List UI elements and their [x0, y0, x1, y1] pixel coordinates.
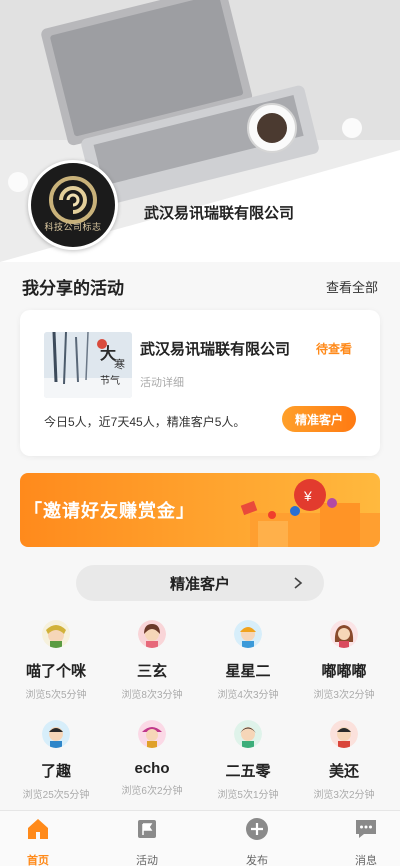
tab-home[interactable]: 首页	[0, 817, 88, 866]
shared-activities-header: 我分享的活动 查看全部	[22, 274, 378, 298]
invite-friends-banner[interactable]: ¥ 「邀请好友赚赏金」	[20, 473, 380, 547]
banner-text: 「邀请好友赚赏金」	[24, 501, 195, 521]
visitor-name: 喵了个咪	[25, 663, 86, 680]
tab-label: 消息	[355, 855, 377, 866]
tab-label: 首页	[27, 855, 49, 866]
avatar	[42, 620, 70, 648]
plus-circle-icon	[246, 818, 268, 840]
visitor-item[interactable]: 二五零 浏览5次1分钟	[198, 720, 298, 801]
visitor-item[interactable]: 星星二 浏览4次3分钟	[198, 620, 298, 701]
profile-header: 科技公司标志 武汉易讯瑞联有限公司	[0, 0, 400, 262]
tab-activities[interactable]: 活动	[97, 817, 197, 866]
visitor-name: 三玄	[136, 663, 167, 680]
activity-subtitle: 活动详细	[140, 377, 184, 389]
avatar	[330, 620, 358, 648]
avatar	[138, 720, 166, 748]
activity-thumbnail: 大 寒 节气	[44, 332, 132, 398]
tab-messages[interactable]: 消息	[316, 817, 400, 866]
visitor-name: echo	[134, 760, 170, 777]
visitor-stats: 今日5人，近7天45人，精准客户5人。	[44, 415, 246, 429]
visitor-meta: 浏览8次3分钟	[121, 690, 183, 701]
avatar	[234, 620, 262, 648]
visitor-meta: 浏览4次3分钟	[217, 690, 279, 701]
tab-label: 活动	[136, 855, 158, 866]
visitor-item[interactable]: 喵了个咪 浏览5次5分钟	[6, 620, 106, 701]
activity-card[interactable]: 大 寒 节气 武汉易讯瑞联有限公司 待查看 活动详细 今日5人，近7天45人，精…	[20, 310, 380, 456]
logo-caption: 科技公司标志	[44, 222, 102, 232]
visitor-item[interactable]: 美还 浏览3次2分钟	[294, 720, 394, 801]
visitor-name: 了趣	[40, 763, 71, 780]
visitor-meta: 浏览6次2分钟	[121, 786, 183, 797]
activity-title: 武汉易讯瑞联有限公司	[140, 341, 291, 358]
view-all-link[interactable]: 查看全部	[326, 277, 378, 296]
visitor-item[interactable]: 嘟嘟嘟 浏览3次2分钟	[294, 620, 394, 701]
visitor-meta: 浏览25次5分钟	[22, 790, 90, 801]
precise-customers-button[interactable]: 精准客户	[282, 406, 356, 432]
section-title: 我分享的活动	[22, 278, 124, 298]
visitor-name: 星星二	[225, 663, 271, 680]
company-name: 武汉易讯瑞联有限公司	[144, 205, 295, 222]
visitor-meta: 浏览5次1分钟	[217, 790, 279, 801]
avatar	[330, 720, 358, 748]
message-icon	[356, 820, 376, 838]
avatar	[138, 620, 166, 648]
avatar	[42, 720, 70, 748]
home-icon	[28, 819, 48, 839]
visitor-meta: 浏览3次2分钟	[313, 790, 375, 801]
bottom-tab-bar: 首页 活动 发布 消息	[0, 810, 400, 866]
visitor-item[interactable]: 了趣 浏览25次5分钟	[6, 720, 106, 801]
thumb-title-3: 节气	[100, 376, 120, 387]
company-logo[interactable]: 科技公司标志	[28, 160, 118, 250]
visitor-item[interactable]: echo 浏览6次2分钟	[102, 720, 202, 797]
visitor-meta: 浏览3次2分钟	[313, 690, 375, 701]
visitor-item[interactable]: 三玄 浏览8次3分钟	[102, 620, 202, 701]
visitor-meta: 浏览5次5分钟	[25, 690, 87, 701]
avatar	[234, 720, 262, 748]
visitor-name: 二五零	[225, 763, 271, 780]
tab-label: 发布	[246, 855, 268, 866]
pill-label: 精准客户	[169, 575, 230, 593]
flag-icon	[138, 820, 156, 838]
status-badge: 待查看	[316, 342, 353, 356]
svg-text:¥: ¥	[303, 488, 312, 504]
thumb-title-2: 寒	[114, 358, 125, 371]
visitor-name: 美还	[328, 763, 359, 780]
tab-publish[interactable]: 发布	[207, 817, 307, 866]
chevron-right-icon	[294, 577, 303, 589]
visitor-name: 嘟嘟嘟	[321, 663, 367, 680]
precise-customers-pill[interactable]: 精准客户	[76, 565, 324, 601]
